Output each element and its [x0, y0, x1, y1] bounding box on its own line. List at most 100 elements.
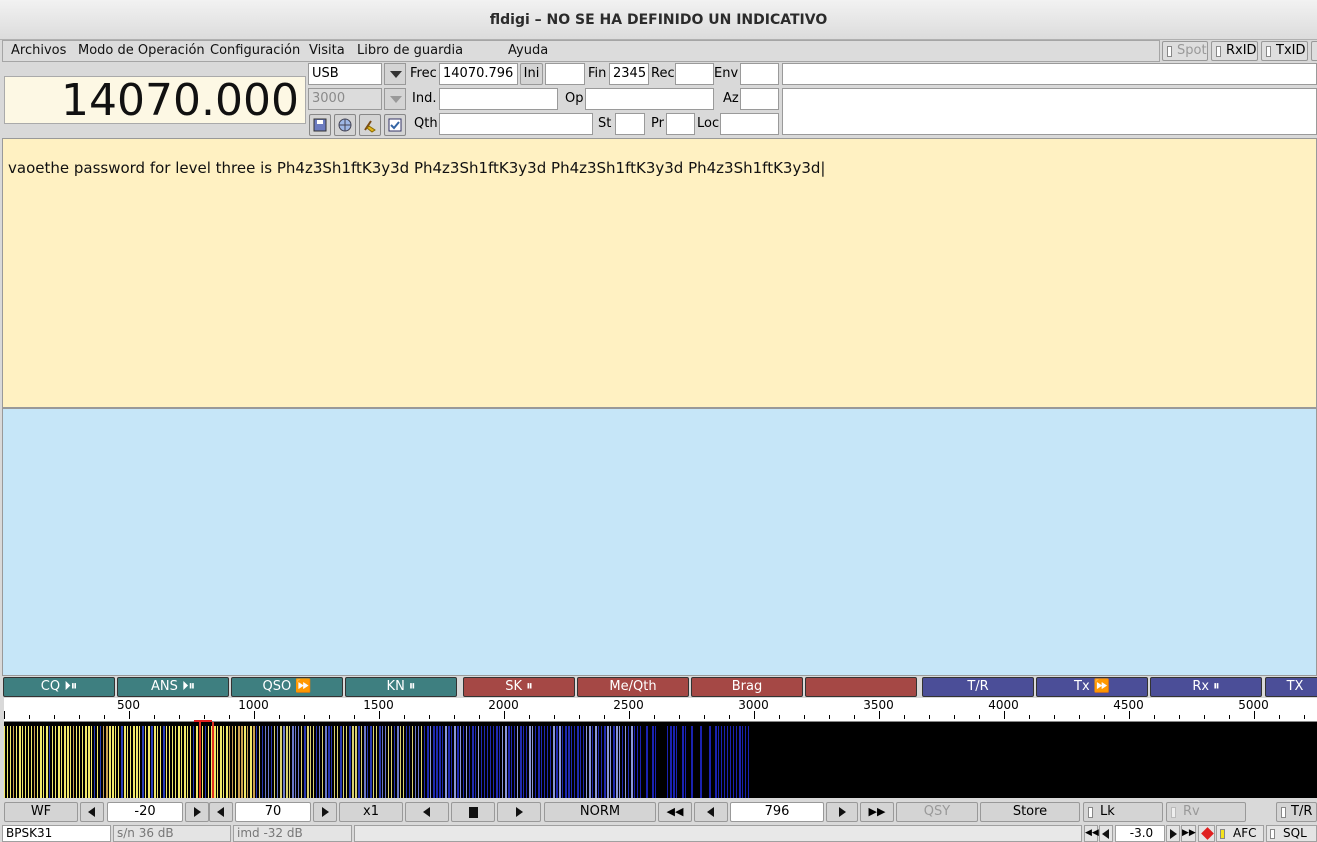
mode-status[interactable]: BPSK31 [2, 825, 111, 842]
macro-button-4[interactable]: KN ⏸ [345, 677, 457, 697]
rst-received-field[interactable] [675, 63, 714, 85]
afc-offset-field[interactable]: -3.0 [1115, 825, 1165, 842]
extra-toggle[interactable] [1311, 41, 1317, 61]
bandwidth-select[interactable]: 3000 [308, 88, 382, 110]
store-button[interactable]: Store [980, 802, 1080, 822]
macro-button-12[interactable]: TX [1265, 677, 1317, 697]
receive-text-panel[interactable]: vaoethe password for level three is Ph4z… [2, 138, 1317, 408]
scale-tick [503, 711, 505, 719]
wf-view-button[interactable]: WF [4, 802, 78, 822]
menu-archivos[interactable]: Archivos [11, 43, 66, 58]
slow-scroll-right-icon[interactable] [497, 802, 541, 822]
zoom-button[interactable]: x1 [339, 802, 403, 822]
macro-button-10[interactable]: Tx ⏩ [1036, 677, 1148, 697]
menu-visita[interactable]: Visita [309, 43, 345, 58]
rst-sent-field[interactable] [740, 63, 779, 85]
scale-label: 4500 [1113, 698, 1144, 712]
macro-button-11[interactable]: Rx ⏸ [1150, 677, 1262, 697]
waterfall-signal-line [247, 726, 248, 798]
afc-back-icon[interactable] [1099, 825, 1113, 842]
menu-libro-guardia[interactable]: Libro de guardia [357, 43, 463, 58]
ini-button[interactable]: Ini [520, 63, 543, 85]
qsy-button[interactable]: QSY [896, 802, 978, 822]
frec-field[interactable]: 14070.796 [439, 63, 518, 85]
waterfall-signal-line [151, 726, 153, 798]
scale-tick [703, 715, 705, 719]
tr-toggle[interactable]: T/R [1276, 802, 1317, 822]
waterfall-signal-line [112, 726, 114, 798]
frequency-scale[interactable]: 500 1000 1500 2000 2500 3000 3500 4000 4500 5000 [3, 698, 1317, 723]
waterfall-signal-line [85, 726, 87, 798]
province-field[interactable] [666, 113, 695, 135]
fast-back-icon[interactable]: ◀◀ [658, 802, 692, 822]
frequency-display[interactable]: 14070.000 [4, 76, 306, 125]
wf-mode-button[interactable]: NORM [544, 802, 656, 822]
afc-fast-back-icon[interactable]: ◀◀ [1084, 825, 1099, 842]
sql-toggle[interactable]: SQL [1266, 825, 1317, 842]
waterfall-signal-line [679, 726, 680, 798]
waterfall-signal-line [286, 726, 288, 798]
operator-name-field[interactable] [585, 88, 714, 110]
waterfall-signal-line [364, 726, 366, 798]
waterfall-signal-line [526, 726, 527, 798]
macro-button-7[interactable]: Brag [691, 677, 803, 697]
menu-ayuda[interactable]: Ayuda [508, 43, 548, 58]
waterfall-signal-line [109, 726, 111, 798]
fin-time-field[interactable]: 2345 [609, 63, 649, 85]
waterfall-signal-line [397, 726, 399, 798]
range-increase-icon[interactable] [313, 802, 337, 822]
waterfall-signal-line [352, 726, 354, 798]
mode-dropdown-icon[interactable] [384, 63, 406, 85]
azimuth-field[interactable] [740, 88, 779, 110]
waterfall-signal-line [124, 726, 126, 798]
waterfall-display[interactable] [4, 722, 1317, 798]
waterfall-signal-line [697, 726, 699, 798]
ref-level-field[interactable]: -20 [107, 802, 183, 822]
range-decrease-icon[interactable] [209, 802, 233, 822]
mode-select[interactable]: USB [308, 63, 382, 85]
spot-toggle[interactable]: Spot [1162, 41, 1208, 61]
macro-button-3[interactable]: QSO ⏩ [231, 677, 343, 697]
ini-time-field[interactable] [545, 63, 585, 85]
macro-button-6[interactable]: Me/Qth [577, 677, 689, 697]
macro-button-2[interactable]: ANS ⏵⏸ [117, 677, 229, 697]
log-notes-field[interactable] [782, 88, 1317, 135]
ref-increase-icon[interactable] [185, 802, 209, 822]
spot-label: Spot [1177, 43, 1207, 58]
range-field[interactable]: 70 [235, 802, 311, 822]
carrier-frequency-field[interactable]: 796 [730, 802, 824, 822]
fast-forward-icon[interactable]: ▶▶ [860, 802, 894, 822]
lock-toggle[interactable]: Lk [1083, 802, 1163, 822]
macro-button-9[interactable]: T/R [922, 677, 1034, 697]
afc-fast-forward-icon[interactable]: ▶▶ [1181, 825, 1196, 842]
state-field[interactable] [615, 113, 645, 135]
waterfall-signal-line [7, 726, 8, 798]
log-notes-top-field[interactable] [782, 63, 1317, 85]
waterfall-signal-line [187, 726, 188, 798]
bandwidth-dropdown-icon[interactable] [384, 88, 406, 110]
menu-configuracion[interactable]: Configuración [210, 43, 300, 58]
carrier-decrease-icon[interactable] [694, 802, 728, 822]
afc-forward-icon[interactable] [1166, 825, 1180, 842]
callsign-field[interactable] [439, 88, 558, 110]
macro-button-5[interactable]: SK ⏸ [463, 677, 575, 697]
locator-field[interactable] [720, 113, 779, 135]
qth-field[interactable] [439, 113, 593, 135]
reverse-toggle[interactable]: Rv [1166, 802, 1246, 822]
rxid-toggle[interactable]: RxID [1211, 41, 1258, 61]
pause-icon[interactable] [451, 802, 495, 822]
waterfall-signal-line [502, 726, 503, 798]
qso-log-icon[interactable] [384, 114, 406, 136]
afc-toggle[interactable]: AFC [1216, 825, 1264, 842]
slow-scroll-left-icon[interactable] [405, 802, 449, 822]
lookup-globe-icon[interactable] [334, 114, 356, 136]
macro-button-8[interactable] [805, 677, 917, 697]
transmit-text-panel[interactable] [2, 408, 1317, 676]
log-save-icon[interactable] [309, 114, 331, 136]
clear-broom-icon[interactable] [359, 114, 381, 136]
txid-toggle[interactable]: TxID [1261, 41, 1308, 61]
macro-button-1[interactable]: CQ ⏵⏸ [3, 677, 115, 697]
carrier-increase-icon[interactable] [826, 802, 858, 822]
ref-decrease-icon[interactable] [80, 802, 104, 822]
menu-modo-operacion[interactable]: Modo de Operación [78, 43, 205, 58]
